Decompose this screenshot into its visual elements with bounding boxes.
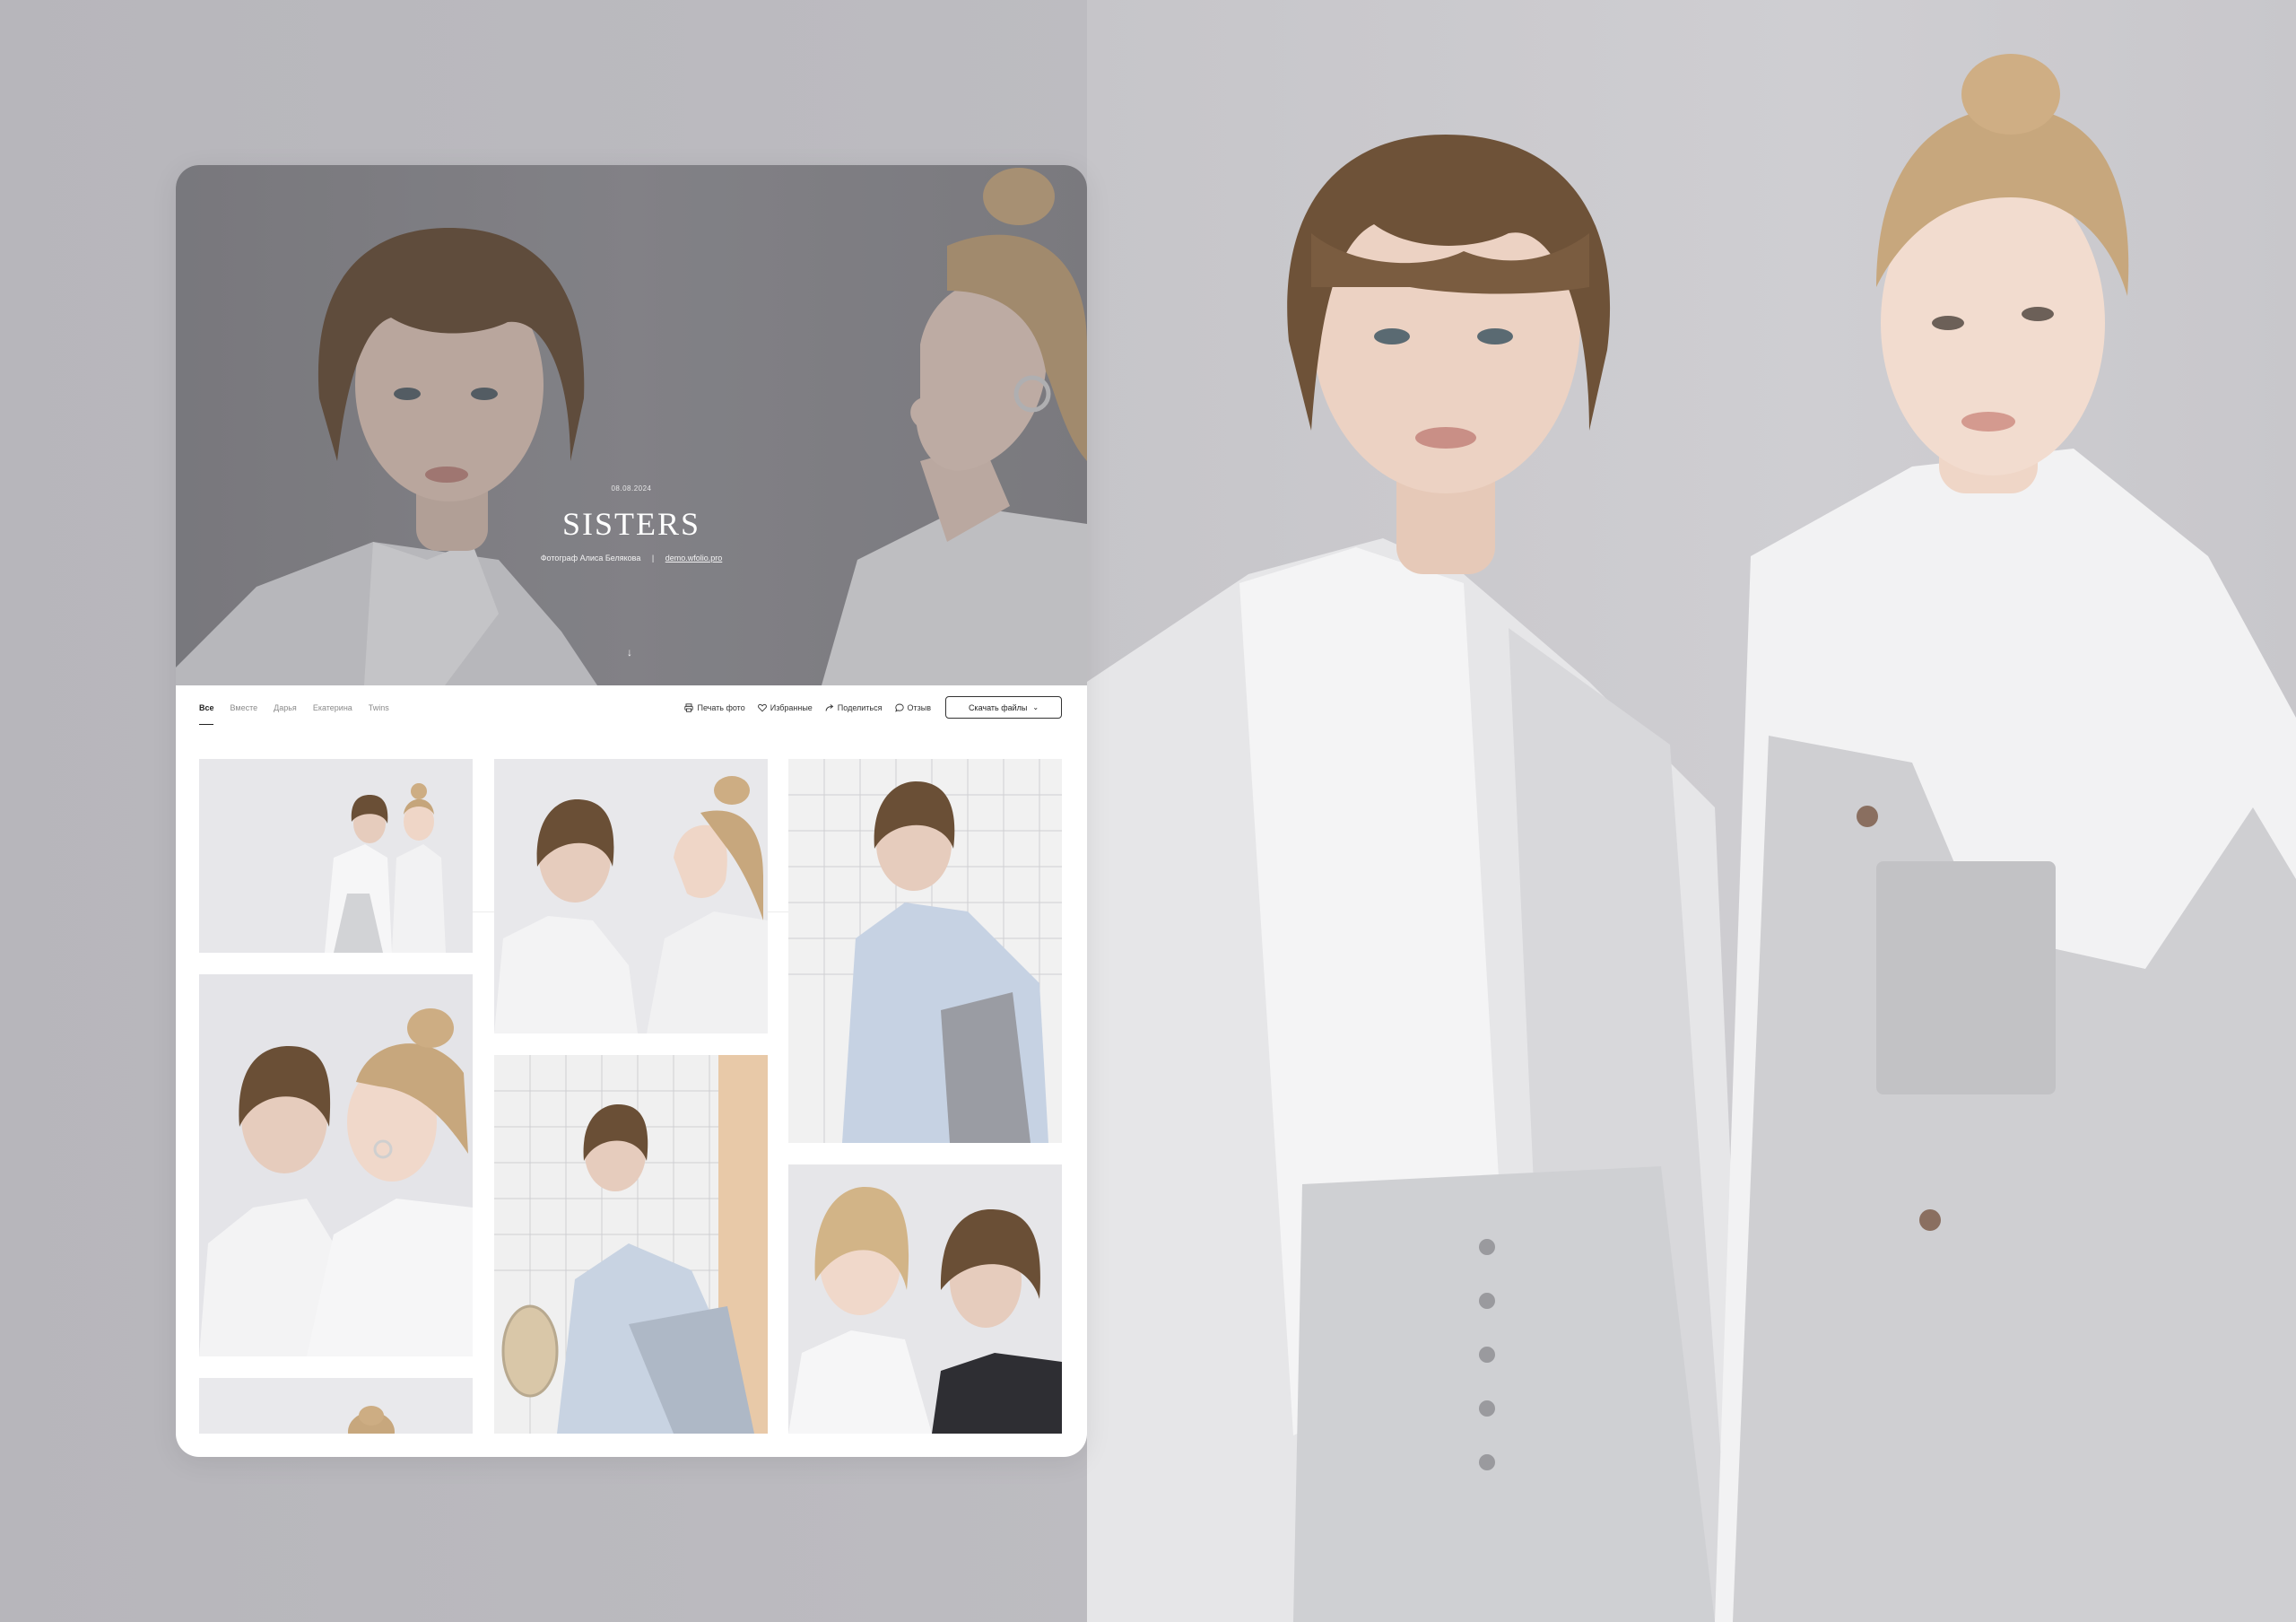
share-button[interactable]: Поделиться	[825, 703, 883, 712]
tab-together[interactable]: Вместе	[230, 703, 258, 725]
page-title: SISTERS	[561, 506, 701, 542]
arrow-down-icon[interactable]: ↓	[627, 646, 632, 658]
cover-meta: Фотограф Алиса Белякова | demo.wfolio.pr…	[176, 554, 1087, 562]
cover-text-block: 08.08.2024 SISTERS Фотограф Алиса Беляко…	[176, 484, 1087, 562]
tab-all[interactable]: Все	[199, 703, 214, 725]
review-label: Отзыв	[907, 702, 932, 712]
download-label: Скачать файлы	[968, 702, 1028, 712]
gallery-photo-2[interactable]	[494, 759, 768, 1033]
chat-bubble-icon	[894, 703, 904, 712]
chevron-down-icon: ⌄	[1032, 703, 1039, 711]
review-button[interactable]: Отзыв	[894, 702, 932, 712]
tab-twins[interactable]: Twins	[369, 703, 389, 725]
hero-photo-sisters	[1087, 0, 2296, 1622]
gallery-toolbar: Все Вместе Дарья Екатерина Twins Печать …	[176, 685, 1087, 732]
favorites-label: Избранные	[770, 702, 813, 712]
photographer-name: Фотограф Алиса Белякова	[540, 554, 641, 562]
category-tabs: Все Вместе Дарья Екатерина Twins	[199, 703, 389, 725]
gallery-photo-6[interactable]	[788, 1164, 1062, 1434]
cover-overlay	[176, 165, 1087, 685]
printer-icon	[684, 702, 694, 712]
meta-separator: |	[651, 554, 655, 562]
gallery-photo-3[interactable]	[788, 759, 1062, 1143]
gallery-photo-1[interactable]	[199, 759, 473, 953]
tab-daria[interactable]: Дарья	[274, 703, 297, 725]
share-label: Поделиться	[837, 702, 883, 712]
gallery-photo-7[interactable]	[199, 1378, 473, 1434]
print-button[interactable]: Печать фото	[684, 702, 745, 712]
gallery-photo-5[interactable]	[494, 1055, 768, 1434]
share-arrow-icon	[825, 703, 834, 711]
site-link[interactable]: demo.wfolio.pro	[665, 554, 723, 562]
favorites-button[interactable]: Избранные	[757, 702, 813, 712]
gallery-cover: 08.08.2024 SISTERS Фотограф Алиса Беляко…	[176, 165, 1087, 685]
tab-ekaterina[interactable]: Екатерина	[313, 703, 352, 725]
cover-date: 08.08.2024	[611, 484, 652, 493]
heart-icon	[757, 703, 767, 711]
download-files-button[interactable]: Скачать файлы ⌄	[945, 696, 1062, 719]
toolbar-actions: Печать фото Избранные Поделиться Отзыв С…	[684, 696, 1062, 719]
gallery-card: 08.08.2024 SISTERS Фотограф Алиса Беляко…	[176, 165, 1087, 1457]
print-label: Печать фото	[697, 702, 745, 712]
gallery-photo-4[interactable]	[199, 974, 473, 1356]
